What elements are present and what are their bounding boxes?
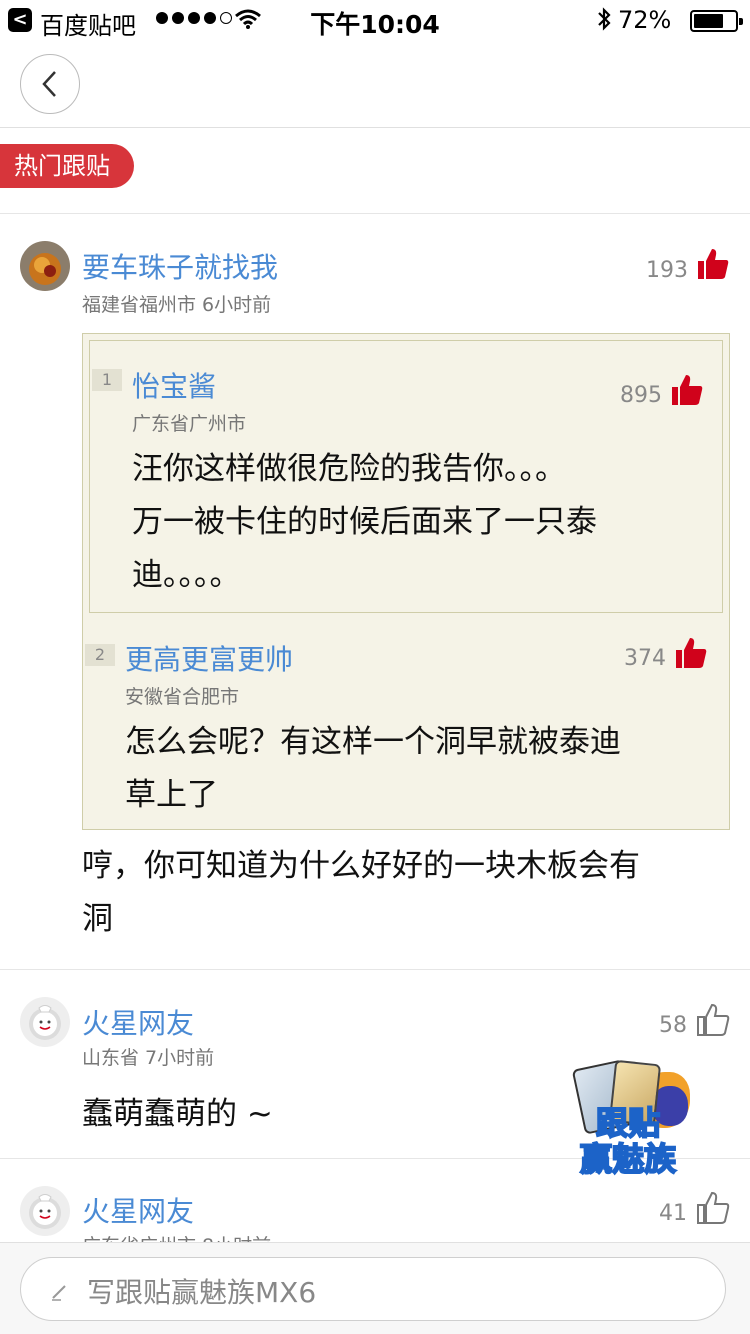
promo-badge[interactable]: 跟贴 赢魅族 [568, 1058, 698, 1179]
comment-meta: 福建省福州市 6小时前 [82, 294, 272, 316]
like-count: 374 [624, 646, 666, 671]
like-count: 895 [620, 383, 662, 408]
thumbs-up-icon[interactable] [674, 636, 708, 670]
promo-line-2: 赢魅族 [579, 1139, 677, 1179]
nav-bar [0, 40, 750, 128]
avatar[interactable] [20, 241, 70, 291]
status-bar: < 百度贴吧 下午10:04 72% [0, 0, 750, 40]
reply-input[interactable]: 写跟贴赢魅族MX6 [20, 1257, 726, 1321]
battery-percent: 72% [618, 6, 672, 34]
thumbs-up-outline-icon[interactable] [696, 1003, 730, 1037]
pencil-icon [52, 1285, 66, 1301]
like-count: 58 [659, 1013, 687, 1038]
thumbs-up-outline-icon[interactable] [696, 1191, 730, 1225]
quoted-thread: 1 怡宝酱 广东省广州市 895 汪你这样做很危险的我告你。。。 万一被卡住的时… [82, 333, 730, 830]
comment-text: 哼，你可知道为什么好好的一块木板会有 洞 [82, 848, 640, 937]
bluetooth-icon [598, 7, 611, 31]
quote-location: 广东省广州市 [132, 413, 247, 435]
username[interactable]: 火星网友 [82, 1002, 194, 1042]
quote-text: 怎么会呢？有这样一个洞早就被泰迪 草上了 [125, 724, 621, 813]
divider [0, 969, 750, 970]
thumbs-up-icon[interactable] [670, 373, 704, 407]
reply-bar: 写跟贴赢魅族MX6 [0, 1242, 750, 1334]
section-header: 热门跟贴 [0, 128, 750, 214]
quote-username[interactable]: 更高更富更帅 [125, 638, 293, 678]
comment-text: 蠢萌蠢萌的 ~ [82, 1096, 273, 1132]
quote-text: 汪你这样做很危险的我告你。。。 万一被卡住的时候后面来了一只泰 迪。。。。 [132, 451, 597, 593]
comment-meta: 山东省 7小时前 [82, 1047, 215, 1069]
chevron-left-icon [42, 71, 56, 97]
avatar[interactable] [20, 1186, 70, 1236]
reply-input-placeholder: 写跟贴赢魅族MX6 [87, 1276, 317, 1309]
quote-item: 1 怡宝酱 广东省广州市 895 汪你这样做很危险的我告你。。。 万一被卡住的时… [89, 340, 723, 613]
like-count: 193 [646, 258, 688, 283]
floor-number: 1 [92, 369, 122, 391]
quote-location: 安徽省合肥市 [125, 686, 240, 708]
battery-icon [690, 10, 743, 32]
like-count: 41 [659, 1201, 687, 1226]
back-button[interactable] [20, 54, 80, 114]
section-title: 热门跟贴 [0, 144, 134, 188]
quote-username[interactable]: 怡宝酱 [132, 365, 216, 405]
username[interactable]: 火星网友 [82, 1190, 194, 1230]
username[interactable]: 要车珠子就找我 [82, 246, 278, 286]
avatar[interactable] [20, 997, 70, 1047]
thumbs-up-icon[interactable] [696, 247, 730, 281]
floor-number: 2 [85, 644, 115, 666]
